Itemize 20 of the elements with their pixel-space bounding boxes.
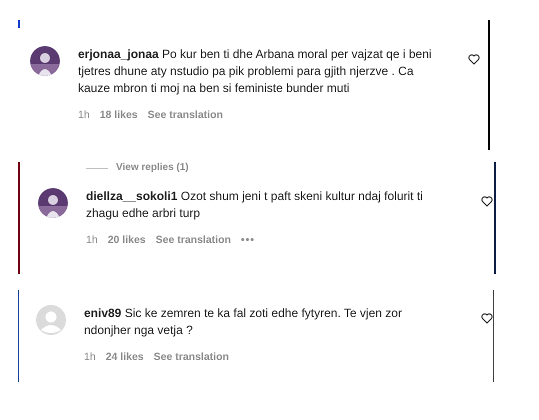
heart-icon[interactable] (481, 313, 493, 324)
see-translation-link[interactable]: See translation (154, 350, 229, 366)
comment-time: 1h (86, 233, 98, 248)
see-translation-link[interactable]: See translation (148, 108, 223, 124)
username-link[interactable]: eniv89 (84, 306, 122, 320)
username-link[interactable]: diellza__sokoli1 (86, 189, 178, 203)
see-translation-link[interactable]: See translation (156, 233, 231, 249)
likes-count[interactable]: 18 likes (100, 108, 138, 124)
username-link[interactable]: erjonaa_jonaa (78, 47, 159, 61)
likes-count[interactable]: 24 likes (106, 350, 144, 366)
view-replies-link[interactable]: View replies (1) (116, 162, 189, 174)
comment-text: erjonaa_jonaa Po kur ben ti dhe Arbana moral per vajzat qe i beni tjetres dhune aty nstudio pa pik problemi para gjith njerzve . Ca kauze mbron ti moj na ben si feministe bunder muti (78, 46, 433, 97)
comment-text: eniv89 Sic ke zemren te ka fal zoti edhe fytyren. Te vjen zor ndonjher nga vetja ? (84, 305, 403, 339)
comment-time: 1h (84, 350, 96, 365)
more-options-button[interactable]: ••• (240, 233, 255, 249)
heart-icon[interactable] (468, 54, 480, 65)
comment-time: 1h (78, 108, 90, 123)
comment-text: diellza__sokoli1 Ozot shum jeni t paft skeni kultur ndaj folurit ti zhagu edhe arbri turp (86, 188, 424, 222)
likes-count[interactable]: 20 likes (108, 233, 146, 249)
heart-icon[interactable] (481, 196, 493, 207)
